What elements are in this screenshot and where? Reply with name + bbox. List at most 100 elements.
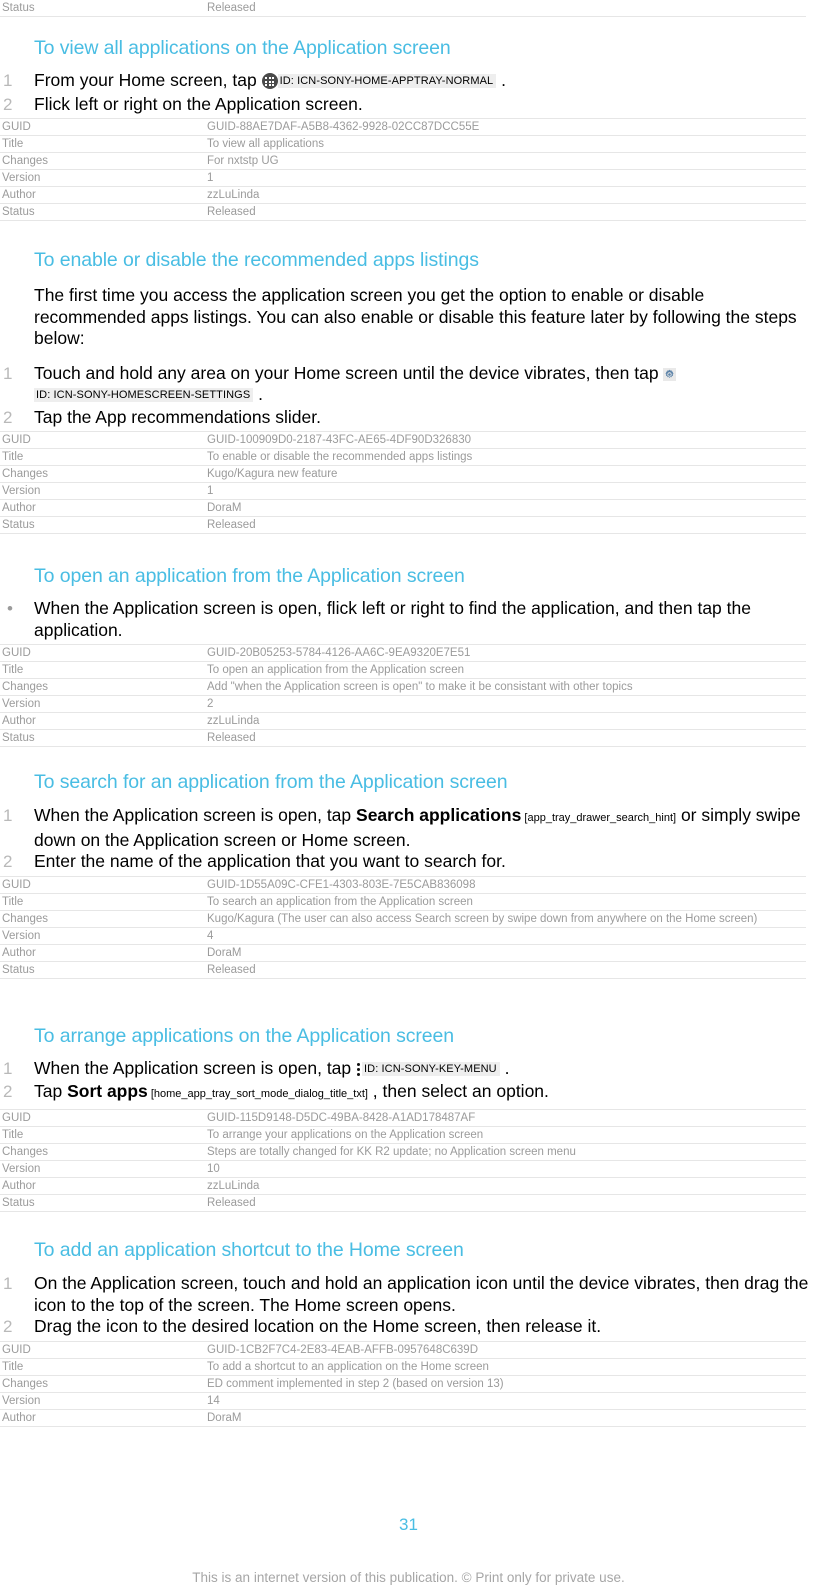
meta-value: Released: [205, 0, 806, 17]
table-row: Changes For nxtstp UG: [0, 152, 806, 170]
meta-value: DoraM: [205, 1409, 806, 1427]
meta-value: zzLuLinda: [205, 186, 806, 204]
meta-key: Status: [0, 516, 205, 534]
meta-key: Author: [0, 186, 205, 204]
meta-value: To arrange your applications on the Appl…: [205, 1126, 806, 1144]
step-list: 1 When the Application screen is open, t…: [0, 805, 817, 873]
meta-value: Released: [205, 1194, 806, 1212]
copyright-disclaimer: This is an internet version of this publ…: [192, 1570, 625, 1585]
step-number: 2: [3, 1317, 13, 1336]
meta-table-body: GUID GUID-88AE7DAF-A5B8-4362-9928-02CC87D…: [0, 118, 806, 221]
meta-key: Changes: [0, 1143, 205, 1161]
section-heading: To add an application shortcut to the Ho…: [34, 1239, 464, 1261]
meta-key: Changes: [0, 678, 205, 696]
step-text: When the Application screen is open, fli…: [34, 598, 751, 640]
section-heading: To open an application from the Applicat…: [34, 565, 465, 587]
step-text: Tap the App recommendations slider.: [34, 406, 321, 427]
meta-value: ED comment implemented in step 2 (based …: [205, 1375, 806, 1393]
meta-key: Changes: [0, 1375, 205, 1393]
table-row: Version 4: [0, 927, 806, 945]
step-text-a: When the Application screen is open, tap: [34, 805, 357, 825]
document-page: Status Released To view all applications…: [0, 0, 817, 1590]
table-row: Author zzLuLinda: [0, 186, 806, 204]
table-row: GUID GUID-88AE7DAF-A5B8-4362-9928-02CC87D…: [0, 118, 806, 136]
meta-value: GUID-88AE7DAF-A5B8-4362-9928-02CC87DCC55…: [205, 118, 806, 136]
table-row: Status Released: [0, 961, 806, 979]
meta-table-body: GUID GUID-100909D0-2187-43FC-AE65-4DF90D3…: [0, 431, 806, 534]
table-row: GUID GUID-1D55A09C-CFE1-4303-803E-7E5CAB8…: [0, 875, 806, 894]
ui-label-bold: Search applications: [356, 805, 522, 825]
meta-value: To enable or disable the recommended app…: [205, 448, 806, 466]
section-paragraph: The first time you access the applicatio…: [34, 285, 797, 348]
table-row: Title To open an application from the App…: [0, 661, 806, 679]
meta-value: GUID-1CB2F7C4-2E83-4EAB-AFFB-0957648C639…: [205, 1340, 806, 1359]
section-search-application: To search for an application from the Ap…: [0, 770, 817, 979]
meta-table-body: GUID GUID-1CB2F7C4-2E83-4EAB-AFFB-0957648…: [0, 1340, 806, 1427]
section-heading: To arrange applications on the Applicati…: [34, 1025, 455, 1047]
section-heading: To search for an application from the Ap…: [34, 771, 508, 793]
meta-value: Released: [205, 516, 806, 534]
table-row: Status Released: [0, 203, 806, 221]
section-recommended-apps-listings: To enable or disable the recommended app…: [0, 248, 817, 534]
ui-id-token: ID: ICN-SONY-HOMESCREEN-SETTINGS: [34, 388, 254, 402]
meta-key: Title: [0, 1126, 205, 1144]
step-text-b: .: [499, 1058, 510, 1078]
step-number: 2: [3, 852, 13, 871]
step-list: 1 Touch and hold any area on your Home s…: [0, 363, 817, 429]
step-list: • When the Application screen is open, f…: [0, 598, 817, 641]
step-text-b: .: [496, 70, 506, 90]
meta-key: Version: [0, 482, 205, 500]
step-item: 2 Tap the App recommendations slider.: [0, 407, 817, 429]
table-row: Author DoraM: [0, 1409, 806, 1427]
app-tray-icon: [261, 73, 278, 89]
meta-value: zzLuLinda: [205, 712, 806, 730]
step-text: Enter the name of the application that y…: [34, 851, 506, 871]
table-row: Status Released: [0, 1194, 806, 1212]
meta-key: Title: [0, 893, 205, 911]
meta-key: Status: [0, 1194, 205, 1212]
step-list: 1 On the Application screen, touch and h…: [0, 1273, 817, 1338]
step-item: 2 Enter the name of the application that…: [0, 851, 817, 873]
step-number: 2: [3, 407, 13, 427]
meta-key: GUID: [0, 118, 205, 136]
meta-value: To open an application from the Applicat…: [205, 661, 806, 679]
table-row: Changes Kugo/Kagura (The user can also ac…: [0, 910, 806, 928]
table-row: Changes Steps are totally changed for KK …: [0, 1143, 806, 1161]
meta-value: 2: [205, 695, 806, 713]
step-list: 1 From your Home screen, tap ID: ICN-SON…: [0, 70, 817, 115]
step-number: 1: [3, 363, 13, 383]
meta-value: Released: [205, 729, 806, 747]
meta-key: GUID: [0, 1340, 205, 1359]
meta-value: Released: [205, 203, 806, 221]
table-row: Title To view all applications: [0, 135, 806, 153]
page-number: 31: [399, 1515, 418, 1534]
meta-key: Author: [0, 944, 205, 962]
meta-table: GUID GUID-20B05253-5784-4126-AA6C-9EA9320…: [0, 644, 806, 747]
meta-value: 10: [205, 1160, 806, 1178]
table-row: Version 10: [0, 1160, 806, 1178]
step-number: 1: [3, 71, 13, 90]
table-row: Changes Kugo/Kagura new feature: [0, 465, 806, 483]
table-row: GUID GUID-1CB2F7C4-2E83-4EAB-AFFB-0957648…: [0, 1340, 806, 1359]
step-text-a: Tap: [34, 1080, 68, 1101]
section-heading: To enable or disable the recommended app…: [34, 249, 479, 271]
table-row: Title To add a shortcut to an application…: [0, 1358, 806, 1376]
step-number: 2: [3, 1081, 13, 1101]
meta-key: Version: [0, 1392, 205, 1410]
table-row: Changes Add "when the Application screen …: [0, 678, 806, 696]
meta-key: Title: [0, 448, 205, 466]
meta-table: GUID GUID-1D55A09C-CFE1-4303-803E-7E5CAB8…: [0, 875, 806, 979]
meta-key: GUID: [0, 431, 205, 449]
step-item: 2 Flick left or right on the Application…: [0, 94, 817, 116]
step-text: Drag the icon to the desired location on…: [34, 1316, 602, 1336]
meta-value: To add a shortcut to an application on t…: [205, 1358, 806, 1376]
meta-key: Changes: [0, 910, 205, 928]
table-row: Version 1: [0, 169, 806, 187]
step-text: On the Application screen, touch and hol…: [34, 1273, 809, 1315]
meta-key: Version: [0, 695, 205, 713]
step-item: 1 Touch and hold any area on your Home s…: [0, 363, 817, 407]
table-row: Version 1: [0, 482, 806, 500]
step-number: 1: [3, 1059, 13, 1078]
section-view-all-applications: To view all applications on the Applicat…: [0, 36, 817, 221]
step-item: 2 Tap Sort apps [home_app_tray_sort_mode…: [0, 1081, 817, 1106]
